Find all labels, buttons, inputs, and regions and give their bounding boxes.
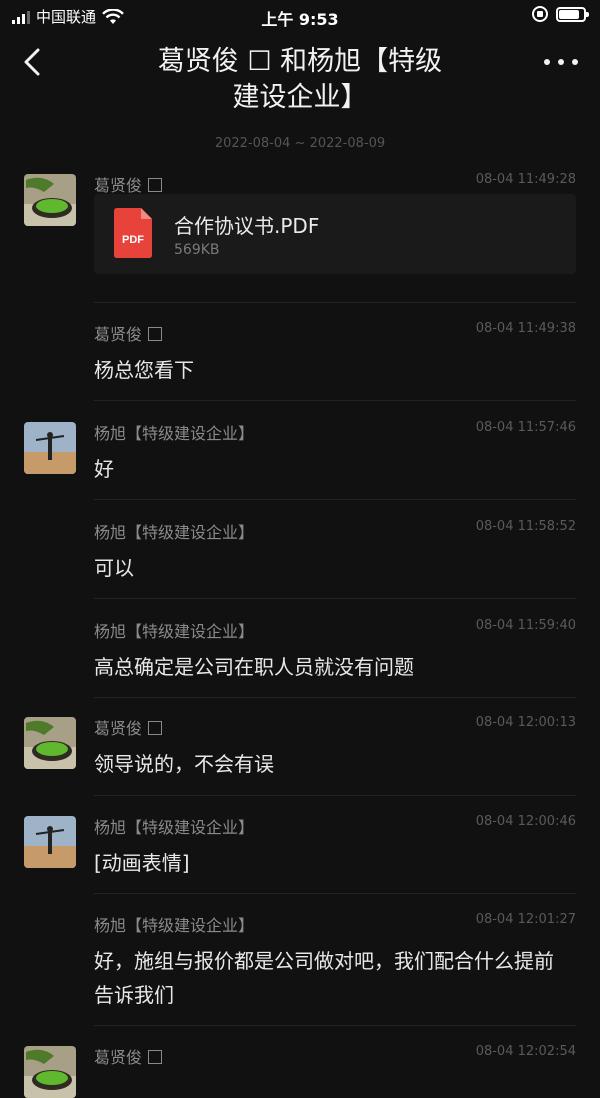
- message-text: 可以: [94, 556, 134, 580]
- message-timestamp: 08-04 12:00:13: [475, 715, 576, 730]
- message-text: 领导说的，不会有误: [94, 752, 274, 776]
- sender-name: 杨旭【特级建设企业】: [94, 818, 255, 837]
- avatar-yang-xu[interactable]: [24, 816, 76, 868]
- file-attachment[interactable]: PDF 合作协议书.PDF 569KB: [94, 194, 576, 274]
- message-text: 高总确定是公司在职人员就没有问题: [94, 655, 414, 679]
- sender-name: 杨旭【特级建设企业】: [94, 523, 255, 542]
- message-timestamp: 08-04 11:58:52: [475, 519, 576, 534]
- sender-name: 葛贤俊: [94, 715, 163, 739]
- avatar-yang-xu[interactable]: [24, 422, 76, 474]
- message-timestamp: 08-04 11:57:46: [475, 420, 576, 435]
- chat-title-line2: 建设企业】: [232, 82, 368, 113]
- chat-title-line1: 葛贤俊 ☐ 和杨旭【特级: [157, 46, 443, 77]
- message-text: 好，施组与报价都是公司做对吧，我们配合什么提前告诉我们: [94, 949, 554, 1007]
- avatar-ge-xianjun[interactable]: [24, 1046, 76, 1098]
- sender-name: 葛贤俊: [94, 172, 163, 196]
- message-divider: [94, 499, 576, 500]
- pdf-file-icon: PDF: [114, 208, 152, 258]
- checkbox-glyph-icon: [148, 327, 163, 341]
- navigation-bar: 葛贤俊 ☐ 和杨旭【特级 建设企业】: [0, 34, 600, 120]
- checkbox-glyph-icon: [148, 721, 163, 735]
- message-timestamp: 08-04 11:59:40: [475, 618, 576, 633]
- message-divider: [94, 795, 576, 796]
- message-divider: [94, 302, 576, 303]
- sender-name: 葛贤俊: [94, 321, 163, 345]
- pdf-badge-label: PDF: [122, 234, 144, 246]
- avatar-ge-xianjun[interactable]: [24, 174, 76, 226]
- checkbox-glyph-icon: [148, 1050, 163, 1064]
- message-divider: [94, 598, 576, 599]
- back-arrow-icon[interactable]: [18, 42, 48, 82]
- sender-name: 杨旭【特级建设企业】: [94, 424, 255, 443]
- message-text: 好: [94, 457, 114, 481]
- message-timestamp: 08-04 12:02:54: [475, 1044, 576, 1059]
- avatar-ge-xianjun[interactable]: [24, 717, 76, 769]
- message-timestamp: 08-04 11:49:28: [475, 172, 576, 187]
- orientation-lock-icon: [532, 6, 548, 22]
- file-name: 合作协议书.PDF: [174, 214, 320, 238]
- message-timestamp: 08-04 12:00:46: [475, 814, 576, 829]
- message-text: [动画表情]: [94, 851, 190, 875]
- sender-name: 杨旭【特级建设企业】: [94, 622, 255, 641]
- file-size: 569KB: [174, 242, 220, 258]
- message-text: 杨总您看下: [94, 358, 194, 382]
- sender-name: 杨旭【特级建设企业】: [94, 916, 255, 935]
- chat-title: 葛贤俊 ☐ 和杨旭【特级 建设企业】: [110, 44, 490, 116]
- message-divider: [94, 893, 576, 894]
- status-time: 上午 9:53: [261, 10, 339, 29]
- more-options-icon[interactable]: [544, 52, 578, 72]
- date-range: 2022-08-04 ~ 2022-08-09: [214, 136, 386, 151]
- message-divider: [94, 1025, 576, 1026]
- message-divider: [94, 400, 576, 401]
- sender-name: 葛贤俊: [94, 1044, 163, 1068]
- message-timestamp: 08-04 12:01:27: [475, 912, 576, 927]
- message-timestamp: 08-04 11:49:38: [475, 321, 576, 336]
- status-bar: 中国联通 上午 9:53: [0, 0, 600, 34]
- message-divider: [94, 697, 576, 698]
- checkbox-glyph-icon: [148, 178, 163, 192]
- battery-icon: [556, 6, 589, 22]
